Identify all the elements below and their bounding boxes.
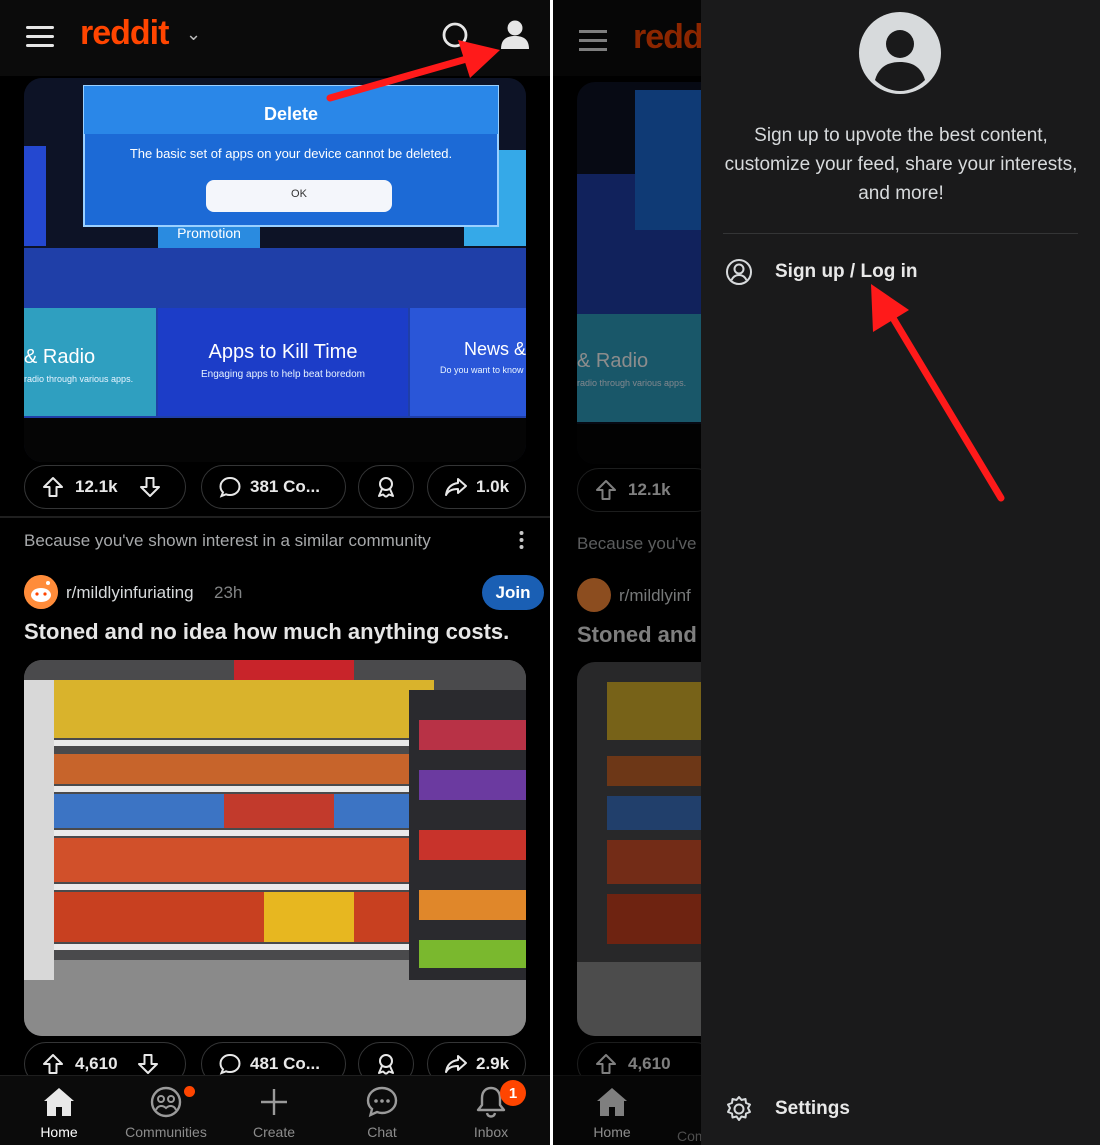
tile-apps-sub: Engaging apps to help beat boredom	[200, 369, 365, 380]
upvote-icon[interactable]	[41, 1052, 65, 1076]
vote-pill: 12.1k	[24, 465, 186, 509]
join-button[interactable]: Join	[482, 575, 544, 610]
account-circle-icon	[726, 259, 752, 285]
settings-item[interactable]: Settings	[725, 1095, 850, 1123]
tile-apps-title: Apps to Kill Time	[208, 341, 358, 363]
award-icon	[378, 1054, 394, 1075]
upvote-icon[interactable]	[41, 475, 65, 499]
dialog-title: Delete	[263, 104, 319, 124]
upvote-count: 12.1k	[75, 477, 118, 496]
signup-login-label: Sign up / Log in	[775, 261, 918, 282]
upvote-count: 4,610	[75, 1054, 118, 1073]
nav-home[interactable]: Home	[9, 1084, 109, 1140]
nav-communities-label: Communities	[125, 1124, 207, 1140]
dialog-ok: OK	[291, 188, 307, 200]
comment-icon	[219, 1053, 241, 1075]
home-icon	[44, 1088, 74, 1116]
post-age: 23h	[214, 583, 243, 602]
nav-communities[interactable]: Communities	[116, 1084, 216, 1140]
nav-home-label: Home	[40, 1124, 78, 1140]
share-count: 1.0k	[476, 477, 510, 496]
dialog-message: The basic set of apps on your device can…	[129, 146, 453, 161]
feed-chevron-icon[interactable]: ⌄	[186, 24, 201, 45]
nav-inbox[interactable]: Inbox 1	[441, 1080, 541, 1140]
communities-notification-dot	[184, 1086, 195, 1097]
comment-icon	[219, 476, 241, 498]
tile-radio-sub: radio through various apps.	[24, 374, 134, 384]
more-options-icon[interactable]	[519, 530, 524, 550]
recommendation-reason: Because you've shown interest in a simil…	[24, 531, 431, 550]
promo-label: Promotion	[177, 225, 241, 241]
nav-chat-label: Chat	[367, 1124, 397, 1140]
plus-icon	[261, 1089, 287, 1115]
chat-icon	[366, 1086, 398, 1118]
account-drawer: Sign up to upvote the best content, cust…	[701, 0, 1100, 1145]
menu-icon[interactable]	[26, 26, 54, 48]
post-image-tv[interactable]: Delete The basic set of apps on your dev…	[24, 78, 526, 462]
comments-button[interactable]: 381 Co...	[201, 465, 346, 509]
snack-shelf-illustration	[24, 660, 526, 1036]
share-icon	[445, 478, 467, 496]
communities-icon	[150, 1086, 182, 1118]
comment-count: 381 Co...	[250, 477, 320, 496]
default-avatar-icon	[859, 12, 941, 94]
tile-radio-title: & Radio	[24, 346, 96, 368]
subreddit-name[interactable]: r/mildlyinfuriating	[66, 583, 194, 603]
subreddit-avatar[interactable]	[24, 575, 58, 609]
comment-count: 481 Co...	[250, 1054, 320, 1073]
app-header: reddit ⌄	[0, 0, 550, 76]
tile-news-sub: Do you want to know to	[440, 365, 526, 375]
share-count: 2.9k	[476, 1054, 510, 1073]
bottom-navigation: Home Communities Create Chat Inbox 1	[0, 1075, 550, 1145]
settings-label: Settings	[775, 1098, 850, 1119]
feed-screen: Delete The basic set of apps on your dev…	[0, 0, 550, 1145]
share-button[interactable]: 1.0k	[427, 465, 526, 509]
post-divider	[0, 516, 550, 518]
nav-create[interactable]: Create	[224, 1084, 324, 1140]
reddit-logo[interactable]: reddit	[80, 14, 169, 53]
nav-inbox-label: Inbox	[473, 1124, 509, 1140]
post-image-snack-shelf[interactable]	[24, 660, 526, 1036]
award-button[interactable]	[358, 465, 414, 509]
tile-news-title: News &	[464, 339, 526, 359]
post-title[interactable]: Stoned and no idea how much anything cos…	[24, 619, 509, 645]
drawer-screen: reddit & Radio radio through various app…	[553, 0, 1100, 1145]
inbox-badge: 1	[500, 1080, 526, 1106]
downvote-icon[interactable]	[138, 475, 162, 499]
share-icon	[445, 1055, 467, 1073]
drawer-scrim[interactable]	[553, 0, 701, 1145]
downvote-icon[interactable]	[136, 1052, 160, 1076]
award-icon	[378, 477, 394, 498]
search-icon[interactable]	[442, 22, 472, 52]
signup-prompt: Sign up to upvote the best content, cust…	[724, 125, 1078, 204]
nav-create-label: Create	[252, 1124, 296, 1140]
signup-login-item[interactable]: Sign up / Log in	[725, 258, 917, 286]
drawer-divider	[723, 233, 1078, 234]
user-profile-icon[interactable]	[498, 18, 532, 52]
gear-icon	[727, 1096, 751, 1121]
nav-chat[interactable]: Chat	[332, 1084, 432, 1140]
